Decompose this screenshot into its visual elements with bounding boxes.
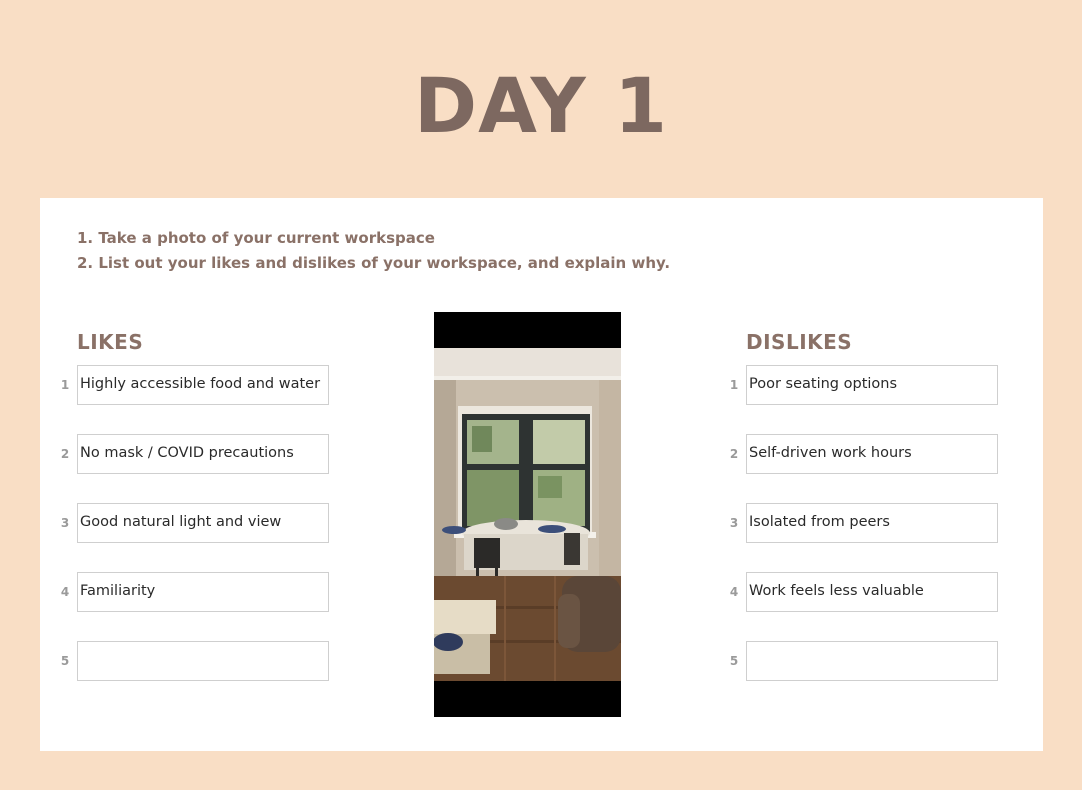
dislikes-field-4[interactable]: Work feels less valuable: [746, 572, 998, 612]
likes-row-number: 5: [60, 654, 70, 668]
dislikes-field-1[interactable]: Poor seating options: [746, 365, 998, 405]
likes-field-2[interactable]: No mask / COVID precautions: [77, 434, 329, 474]
likes-row-number: 2: [60, 447, 70, 461]
dislikes-field-text: Self-driven work hours: [749, 445, 912, 461]
instruction-take-photo: 1. Take a photo of your current workspac…: [77, 229, 435, 247]
likes-field-1[interactable]: Highly accessible food and water: [77, 365, 329, 405]
likes-field-text: Familiarity: [80, 583, 156, 599]
dislikes-row-number: 5: [729, 654, 739, 668]
likes-field-text: Highly accessible food and water: [80, 376, 321, 392]
likes-row-number: 1: [60, 378, 70, 392]
likes-row-number: 3: [60, 516, 70, 530]
dislikes-field-text: Work feels less valuable: [749, 583, 924, 599]
dislikes-row-number: 4: [729, 585, 739, 599]
worksheet-card: 1. Take a photo of your current workspac…: [40, 198, 1043, 751]
dislikes-row-number: 2: [729, 447, 739, 461]
likes-field-5[interactable]: [77, 641, 329, 681]
likes-row-number: 4: [60, 585, 70, 599]
dislikes-field-5[interactable]: [746, 641, 998, 681]
page-title: DAY 1: [413, 61, 668, 150]
workspace-photo: [434, 312, 621, 717]
likes-heading: LIKES: [77, 330, 144, 354]
workspace-photo-image: [434, 348, 621, 681]
dislikes-heading: DISLIKES: [746, 330, 853, 354]
likes-field-4[interactable]: Familiarity: [77, 572, 329, 612]
likes-field-3[interactable]: Good natural light and view: [77, 503, 329, 543]
likes-field-text: Good natural light and view: [80, 514, 282, 530]
dislikes-row-number: 3: [729, 516, 739, 530]
dislikes-field-text: Isolated from peers: [749, 514, 890, 530]
likes-field-text: No mask / COVID precautions: [80, 445, 294, 461]
dislikes-field-2[interactable]: Self-driven work hours: [746, 434, 998, 474]
dislikes-field-3[interactable]: Isolated from peers: [746, 503, 998, 543]
dislikes-row-number: 1: [729, 378, 739, 392]
instruction-list-likes-dislikes: 2. List out your likes and dislikes of y…: [77, 254, 671, 272]
dislikes-field-text: Poor seating options: [749, 376, 898, 392]
